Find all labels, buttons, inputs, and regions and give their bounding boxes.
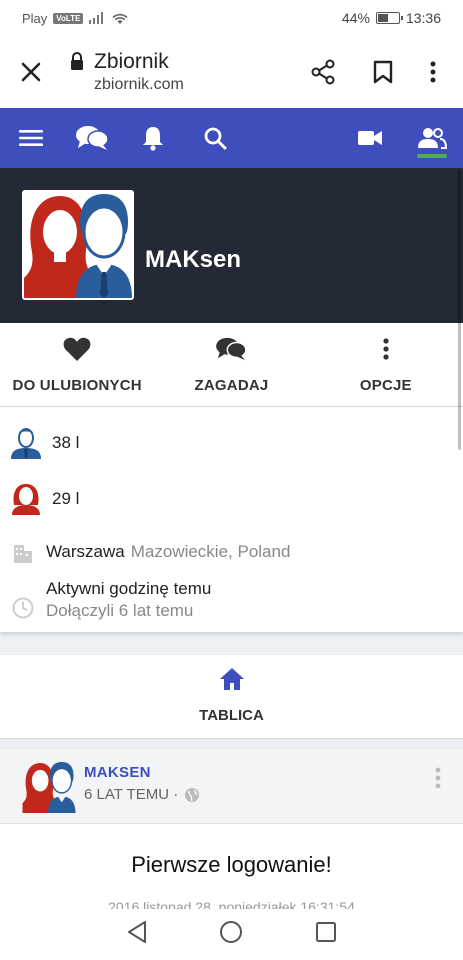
post-header: MAKSEN 6 LAT TEMU · [0,749,463,824]
page-url: zbiornik.com [94,76,184,93]
back-icon [127,921,146,943]
region: Mazowieckie, Poland [130,542,291,561]
clock-icon [12,597,34,619]
status-bar: Play VoLTE 44% 13:36 [0,0,463,36]
bookmark-button[interactable] [353,42,413,102]
couple-avatar-icon [22,761,76,813]
video-icon [358,131,382,145]
close-button[interactable] [0,36,62,108]
favorites-label: DO ULUBIONYCH [12,377,142,394]
tab-wall[interactable]: TABLICA [0,667,463,724]
bell-icon [143,127,163,151]
clock: 13:36 [405,10,441,26]
activity-texts: Aktywni godzinę temu Dołączyli 6 lat tem… [46,579,211,621]
location-info: Warszawa Mazowieckie, Poland [12,541,290,563]
battery-fill [377,14,388,22]
people-icon [418,128,447,149]
female-info: 29 l [10,483,79,515]
female-icon [12,484,40,515]
wifi-icon [112,13,129,24]
volte-badge: VoLTE [53,12,84,24]
post-time: 6 LAT TEMU · [84,786,179,803]
active-tab-indicator [417,154,447,158]
profile-header: MAKsen [0,168,463,323]
browser-bar: Zbiornik zbiornik.com [0,36,463,108]
lock-icon [70,51,88,75]
recents-icon [316,922,337,942]
tab-wall-label: TABLICA [199,707,264,724]
android-nav-bar [0,909,463,960]
options-button[interactable]: OPCJE [309,323,463,406]
signal-icon [89,12,104,24]
share-button[interactable] [293,42,353,102]
chat-action-button[interactable]: ZAGADAJ [154,323,308,406]
people-button[interactable] [407,108,457,168]
more-vert-icon [383,335,389,363]
last-active: Aktywni godzinę temu [46,579,212,598]
app-nav [0,108,463,168]
city: Warszawa [46,542,125,561]
post-avatar[interactable] [22,761,76,813]
profile-avatar[interactable] [22,190,134,300]
male-info: 38 l [10,427,79,459]
notifications-button[interactable] [128,108,178,168]
home-circle-icon [220,921,243,943]
search-icon [204,127,227,150]
home-button[interactable] [219,920,243,949]
male-icon [11,428,41,459]
chat-label: ZAGADAJ [194,377,269,394]
page-title: Zbiornik [94,50,169,73]
joined: Dołączyli 6 lat temu [46,601,194,620]
post-menu-button[interactable] [435,767,441,794]
video-button[interactable] [345,108,395,168]
menu-button[interactable] [6,108,56,168]
profile-name: MAKsen [145,246,242,273]
female-age: 29 l [52,489,80,508]
post-author[interactable]: MAKSEN [84,764,151,781]
status-left: Play VoLTE [22,11,129,26]
browser-menu-button[interactable] [413,42,453,102]
post-card: MAKSEN 6 LAT TEMU · Pierwsze logowanie! … [0,749,463,915]
heart-icon [63,335,91,363]
recents-button[interactable] [315,921,337,948]
info-card: 38 l 29 l Warszawa Mazowieckie, Poland A… [0,407,463,632]
activity-info: Aktywni godzinę temu Dołączyli 6 lat tem… [12,579,211,621]
battery-percent: 44% [341,10,370,26]
post-title: Pierwsze logowanie! [131,852,332,877]
search-button[interactable] [190,108,240,168]
post-time-row: 6 LAT TEMU · [84,786,200,803]
back-button[interactable] [126,920,148,949]
scrollbar[interactable] [458,170,461,450]
carrier-label: Play [22,10,48,26]
globe-icon [185,787,200,802]
menu-icon [19,130,43,146]
bookmark-icon [373,60,393,84]
couple-avatar-icon [24,192,132,298]
favorites-button[interactable]: DO ULUBIONYCH [0,323,154,406]
options-label: OPCJE [359,377,412,394]
more-vert-icon [430,61,436,83]
browser-titles[interactable]: Zbiornik zbiornik.com [94,50,293,94]
home-icon [219,668,244,690]
chat-icon [215,335,248,363]
status-right: 44% 13:36 [342,10,441,26]
action-row: DO ULUBIONYCH ZAGADAJ OPCJE [0,323,463,407]
tab-card: TABLICA [0,655,463,739]
share-icon [311,59,335,85]
building-icon [14,545,32,563]
browser-actions [293,42,453,102]
battery-icon [375,12,403,24]
chat-icon [76,126,109,150]
more-vert-icon [435,767,441,789]
male-age: 38 l [52,433,80,452]
chat-button[interactable] [67,108,117,168]
close-icon [21,62,41,82]
